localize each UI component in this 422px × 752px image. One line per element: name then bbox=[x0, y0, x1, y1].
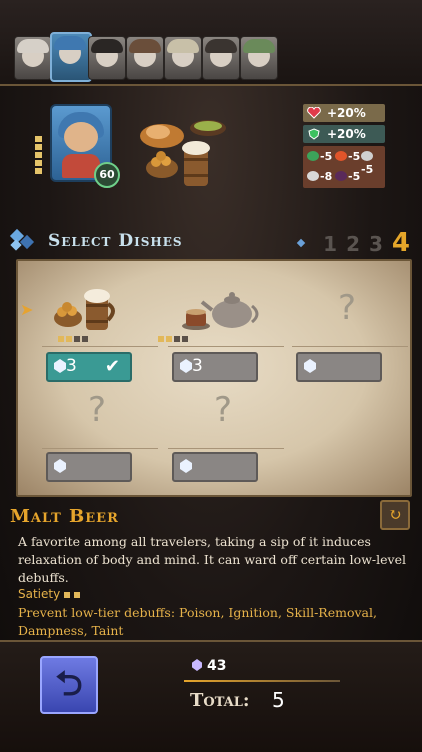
heart-icon bbox=[307, 107, 321, 119]
satiety-indicator bbox=[58, 336, 90, 342]
dish-select-button[interactable] bbox=[296, 352, 382, 382]
gem-balance: 43 bbox=[192, 658, 226, 674]
resist-grid: -5 -5 -5 -8 -5 bbox=[303, 146, 385, 188]
dish-cost: 3 bbox=[66, 356, 77, 376]
hp-buff-value: +20% bbox=[327, 106, 366, 120]
step-2[interactable]: 2 bbox=[346, 232, 360, 256]
dish-name: Malt Beer bbox=[10, 506, 119, 527]
slot-divider bbox=[168, 448, 284, 449]
dish-effect: Prevent low-tier debuffs: Poison, Igniti… bbox=[18, 605, 377, 638]
slot-divider bbox=[168, 346, 284, 347]
dish-select-button[interactable] bbox=[46, 452, 132, 482]
hp-buff: +20% bbox=[303, 104, 385, 122]
unknown-dish-icon: ? bbox=[88, 390, 107, 430]
tea-icon bbox=[182, 292, 259, 330]
blue-hood-hero-portrait[interactable] bbox=[50, 32, 92, 82]
malt-beer-icon bbox=[54, 289, 115, 330]
leaf-icon: -5 bbox=[307, 150, 332, 163]
satiety-indicator bbox=[158, 336, 190, 342]
hero-level-badge: 60 bbox=[94, 162, 120, 188]
dark-hair-portrait[interactable] bbox=[88, 36, 126, 80]
gem-icon bbox=[304, 359, 316, 373]
gem-icon bbox=[180, 459, 192, 473]
gem-icon bbox=[54, 359, 66, 373]
total-label: Total: bbox=[190, 690, 250, 711]
step-1[interactable]: 1 bbox=[323, 232, 337, 256]
unknown-dish-icon: ? bbox=[338, 288, 357, 328]
defense-buff: +20% bbox=[303, 125, 385, 143]
pale-hair-portrait[interactable] bbox=[164, 36, 202, 80]
dark-coat-portrait[interactable] bbox=[202, 36, 240, 80]
total-value: 5 bbox=[272, 688, 285, 712]
dish-cost: 3 bbox=[192, 356, 203, 376]
buff-panel: +20% +20% -5 -5 -5 -8 -5 bbox=[303, 104, 385, 188]
gem-icon bbox=[54, 459, 66, 473]
shield-icon bbox=[308, 128, 320, 140]
satiety-label: Satiety bbox=[18, 587, 61, 601]
step-marker-icon bbox=[296, 238, 306, 248]
check-icon: ✔ bbox=[104, 356, 120, 377]
dish-select-button[interactable]: 3 ✔ bbox=[46, 352, 132, 382]
step-indicator: 1 2 3 4 bbox=[296, 228, 410, 258]
satiety-line: Satiety bbox=[18, 587, 81, 601]
meal-illustration bbox=[140, 120, 226, 186]
total-divider bbox=[184, 680, 340, 682]
refresh-icon[interactable]: ↻ bbox=[380, 500, 410, 530]
back-arrow-icon[interactable]: ⮌ bbox=[40, 656, 98, 714]
wind-icon: -8 bbox=[307, 170, 332, 183]
hero-stat-bar bbox=[35, 136, 43, 176]
slot-divider bbox=[42, 448, 158, 449]
select-dishes-title: Select Dishes bbox=[48, 231, 183, 251]
gem-icon bbox=[180, 359, 192, 373]
dish-select-button[interactable] bbox=[172, 452, 258, 482]
slot-divider bbox=[292, 346, 408, 347]
selection-arrow-icon: ➤ bbox=[20, 300, 34, 319]
unknown-dish-icon: ? bbox=[214, 390, 233, 430]
gem-icon bbox=[192, 659, 202, 671]
white-fox-portrait[interactable] bbox=[14, 36, 52, 80]
slot-divider bbox=[42, 346, 158, 347]
gem-balance-value: 43 bbox=[207, 658, 227, 674]
spiral-icon: -5 bbox=[361, 150, 385, 176]
curse-icon: -5 bbox=[335, 170, 360, 183]
dish-select-button[interactable]: 3 bbox=[172, 352, 258, 382]
defense-buff-value: +20% bbox=[327, 127, 366, 141]
step-4-current[interactable]: 4 bbox=[392, 228, 410, 258]
dish-description: A favorite among all travelers, taking a… bbox=[18, 534, 406, 585]
frog-portrait[interactable] bbox=[240, 36, 278, 80]
section-diamond-icon bbox=[9, 228, 35, 251]
step-3[interactable]: 3 bbox=[369, 232, 383, 256]
brown-hair-portrait[interactable] bbox=[126, 36, 164, 80]
fire-icon: -5 bbox=[335, 150, 360, 163]
